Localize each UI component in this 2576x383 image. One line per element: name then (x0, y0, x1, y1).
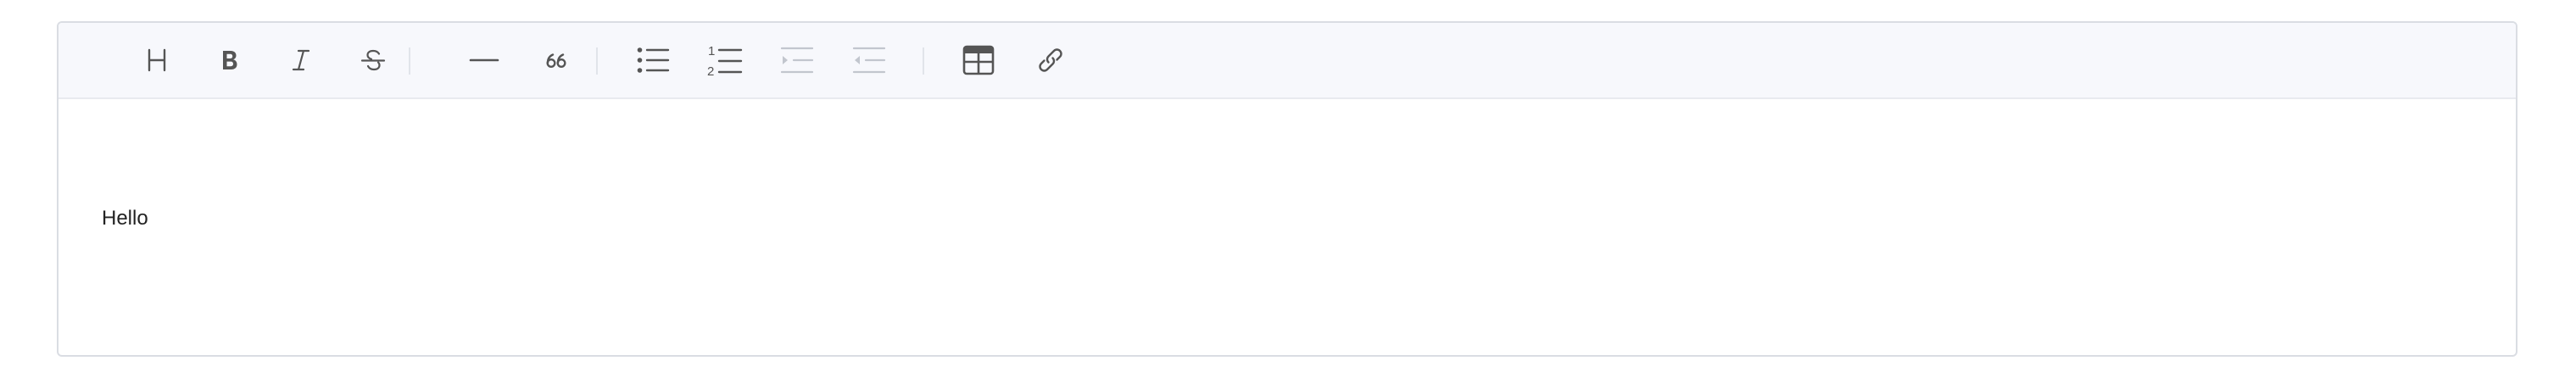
toolbar-divider (923, 47, 924, 75)
strikethrough-icon (360, 49, 386, 71)
blockquote-icon (546, 53, 566, 69)
italic-button[interactable] (281, 40, 321, 80)
toolbar-divider (596, 47, 598, 75)
ordered-list-button[interactable]: 1 2 (705, 40, 745, 80)
heading-icon (148, 48, 166, 72)
outdent-icon (852, 47, 886, 74)
bold-button[interactable] (209, 40, 249, 80)
outdent-button[interactable] (849, 40, 889, 80)
bullet-list-icon (637, 47, 670, 73)
bullet-list-button[interactable] (633, 40, 673, 80)
italic-icon (292, 49, 310, 71)
horizontal-rule-icon (469, 58, 499, 62)
editor-text[interactable]: Hello (102, 206, 148, 231)
editor-container: 1 2 Hello (57, 21, 2517, 357)
table-button[interactable] (958, 40, 999, 80)
bold-icon (223, 51, 237, 69)
indent-button[interactable] (777, 40, 817, 80)
blockquote-button[interactable] (536, 40, 577, 80)
strikethrough-button[interactable] (353, 40, 393, 80)
toolbar: 1 2 (59, 23, 2516, 99)
table-icon (962, 45, 995, 75)
svg-text:2: 2 (707, 64, 714, 77)
link-icon (1039, 48, 1062, 72)
svg-text:1: 1 (708, 44, 715, 58)
ordered-list-icon: 1 2 (707, 44, 743, 77)
toolbar-divider (409, 47, 410, 75)
link-button[interactable] (1030, 40, 1071, 80)
heading-button[interactable] (137, 40, 177, 80)
editor-content[interactable]: Hello (59, 99, 2516, 355)
indent-icon (780, 47, 814, 74)
horizontal-rule-button[interactable] (464, 40, 505, 80)
